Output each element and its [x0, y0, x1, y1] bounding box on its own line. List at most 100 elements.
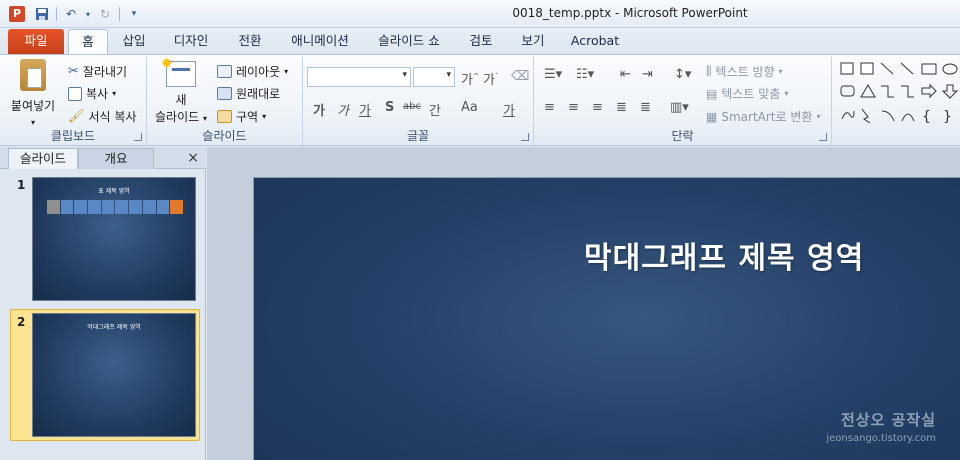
- text-direction-button[interactable]: ⫼ 텍스트 방향 ▾: [706, 63, 783, 80]
- font-size-combo[interactable]: ▾: [413, 67, 455, 87]
- numbering-icon[interactable]: ☷▾: [576, 67, 594, 82]
- chevron-down-icon: ▾: [784, 89, 789, 98]
- tab-slideshow[interactable]: 슬라이드 쇼: [368, 29, 450, 54]
- svg-text:{: {: [922, 109, 931, 125]
- format-painter-button[interactable]: 🖌 서식 복사: [68, 108, 137, 125]
- paragraph-group: ☰▾ ☷▾ ⇤ ⇥ ↕▾ ≡ ≡ ≡ ≣ ≣ ▥▾ ⫼ 텍스트 방향 ▾ ▤ 텍…: [534, 57, 832, 145]
- thumbnail-table: [47, 200, 183, 214]
- smartart-icon: ▦: [706, 109, 718, 124]
- layout-icon: [217, 65, 232, 78]
- svg-text:}: }: [943, 109, 952, 125]
- chevron-down-icon: ▾: [202, 114, 207, 123]
- tab-review[interactable]: 검토: [460, 29, 502, 54]
- clear-formatting-icon[interactable]: ⌫: [511, 69, 529, 84]
- character-spacing-icon[interactable]: 간: [429, 100, 443, 119]
- slides-group: ✸ 새 슬라이드 ▾ 레이아웃 ▾ 원래대로 구역 ▾ 슬라이드: [147, 56, 303, 145]
- font-color-icon[interactable]: 가: [503, 100, 515, 119]
- font-name-combo[interactable]: ▾: [307, 67, 411, 87]
- strikethrough-icon[interactable]: abc: [403, 101, 421, 112]
- clipboard-group-label: 클립보드: [50, 129, 96, 143]
- align-left-icon[interactable]: ≡: [544, 100, 555, 115]
- copy-button[interactable]: 복사 ▾: [68, 85, 116, 102]
- current-slide[interactable]: 막대그래프 제목 영역 전상오 공작실 jeonsango.tistory.co…: [253, 177, 960, 460]
- shadow-icon[interactable]: S: [385, 100, 394, 115]
- chevron-down-icon: ▾: [816, 112, 821, 121]
- tab-animations[interactable]: 애니메이션: [282, 29, 358, 54]
- font-group: ▾ ▾ 가^ 가ˇ ⌫ 가 가 가 S abc 간 Aa 가 글꼴: [303, 57, 534, 145]
- reset-icon: [217, 87, 232, 100]
- thumbnail-title: 막대그래프 제목 영역: [87, 324, 141, 331]
- paste-icon: [20, 59, 46, 91]
- justify-icon[interactable]: ≣: [616, 100, 627, 115]
- dialog-launcher-icon[interactable]: [819, 133, 827, 141]
- chevron-down-icon: ▾: [30, 118, 35, 127]
- dialog-launcher-icon[interactable]: [134, 133, 142, 141]
- chevron-down-icon: ▾: [446, 70, 451, 80]
- tab-view[interactable]: 보기: [512, 29, 554, 54]
- tab-file[interactable]: 파일: [8, 29, 64, 54]
- layout-button[interactable]: 레이아웃 ▾: [217, 63, 288, 80]
- line-spacing-icon[interactable]: ↕▾: [674, 67, 691, 82]
- tab-outline[interactable]: 개요: [78, 148, 154, 169]
- align-text-label: 텍스트 맞춤: [721, 87, 781, 101]
- watermark-url: jeonsango.tistory.com: [826, 433, 936, 444]
- dialog-launcher-icon[interactable]: [521, 133, 529, 141]
- tab-transitions[interactable]: 전환: [228, 29, 272, 54]
- close-icon[interactable]: ×: [187, 150, 199, 166]
- bullets-icon[interactable]: ☰▾: [544, 67, 562, 82]
- align-right-icon[interactable]: ≡: [592, 100, 603, 115]
- paste-button[interactable]: 붙여넣기 ▾: [6, 59, 60, 127]
- font-group-label: 글꼴: [406, 129, 430, 143]
- scissors-icon: ✂: [68, 64, 79, 79]
- section-button[interactable]: 구역 ▾: [217, 108, 266, 125]
- copy-label: 복사: [86, 87, 109, 101]
- align-text-button[interactable]: ▤ 텍스트 맞춤 ▾: [706, 85, 788, 102]
- chevron-down-icon: ▾: [262, 112, 267, 121]
- slide-thumbnail-2[interactable]: 막대그래프 제목 영역: [32, 313, 196, 437]
- increase-indent-icon[interactable]: ⇥: [642, 67, 653, 82]
- watermark-name: 전상오 공작실: [840, 411, 936, 429]
- distributed-icon[interactable]: ≣: [640, 100, 651, 115]
- thumbnail-title: 표 제목 영역: [98, 188, 130, 195]
- title-bar: P ↶ ▾ ↻ ▾ 0018_temp.pptx - Microsoft Pow…: [0, 0, 960, 28]
- text-direction-label: 텍스트 방향: [715, 65, 775, 79]
- shapes-gallery[interactable]: { }: [836, 57, 960, 145]
- smartart-button[interactable]: ▦ SmartArt로 변환 ▾: [706, 108, 820, 125]
- ribbon: 붙여넣기 ▾ ✂ 잘라내기 복사 ▾ 🖌 서식 복사 클립보드 ✸ 새 슬라이드…: [0, 54, 960, 146]
- decrease-indent-icon[interactable]: ⇤: [620, 67, 631, 82]
- text-direction-icon: ⫼: [706, 64, 712, 78]
- tab-slides[interactable]: 슬라이드: [8, 148, 78, 169]
- window-title: 0018_temp.pptx - Microsoft PowerPoint: [512, 6, 748, 20]
- new-slide-label-2: 슬라이드: [154, 110, 200, 124]
- slide-number: 2: [17, 315, 26, 329]
- chevron-down-icon: ▾: [284, 67, 289, 76]
- cut-button[interactable]: ✂ 잘라내기: [68, 63, 127, 80]
- tab-acrobat[interactable]: Acrobat: [566, 29, 624, 54]
- new-slide-icon: ✸: [161, 56, 196, 87]
- italic-icon[interactable]: 가: [337, 100, 349, 119]
- slide-editing-area: 막대그래프 제목 영역 전상오 공작실 jeonsango.tistory.co…: [207, 147, 960, 460]
- align-text-icon: ▤: [706, 86, 718, 101]
- change-case-icon[interactable]: Aa: [461, 100, 478, 115]
- section-label: 구역: [236, 110, 259, 124]
- align-center-icon[interactable]: ≡: [568, 100, 579, 115]
- grow-font-icon[interactable]: 가^: [461, 69, 479, 88]
- section-icon: [217, 110, 232, 123]
- underline-icon[interactable]: 가: [359, 100, 371, 119]
- columns-icon[interactable]: ▥▾: [670, 100, 689, 115]
- tab-design[interactable]: 디자인: [164, 29, 218, 54]
- bold-icon[interactable]: 가: [313, 100, 325, 119]
- ribbon-tabs: 파일 홈 삽입 디자인 전환 애니메이션 슬라이드 쇼 검토 보기 Acroba…: [0, 28, 960, 54]
- reset-button[interactable]: 원래대로: [217, 85, 280, 102]
- slide-title-placeholder[interactable]: 막대그래프 제목 영역: [584, 233, 864, 277]
- paragraph-group-label: 단락: [671, 129, 694, 143]
- slide-thumbnail-1[interactable]: 표 제목 영역: [32, 177, 196, 301]
- tab-home[interactable]: 홈: [68, 29, 108, 54]
- layout-label: 레이아웃: [236, 65, 281, 79]
- smartart-label: SmartArt로 변환: [721, 110, 813, 124]
- new-slide-button[interactable]: ✸ 새 슬라이드 ▾: [153, 56, 209, 127]
- tab-insert[interactable]: 삽입: [114, 29, 154, 54]
- slide-number: 1: [17, 178, 26, 192]
- cut-label: 잘라내기: [82, 65, 128, 79]
- shrink-font-icon[interactable]: 가ˇ: [483, 69, 498, 88]
